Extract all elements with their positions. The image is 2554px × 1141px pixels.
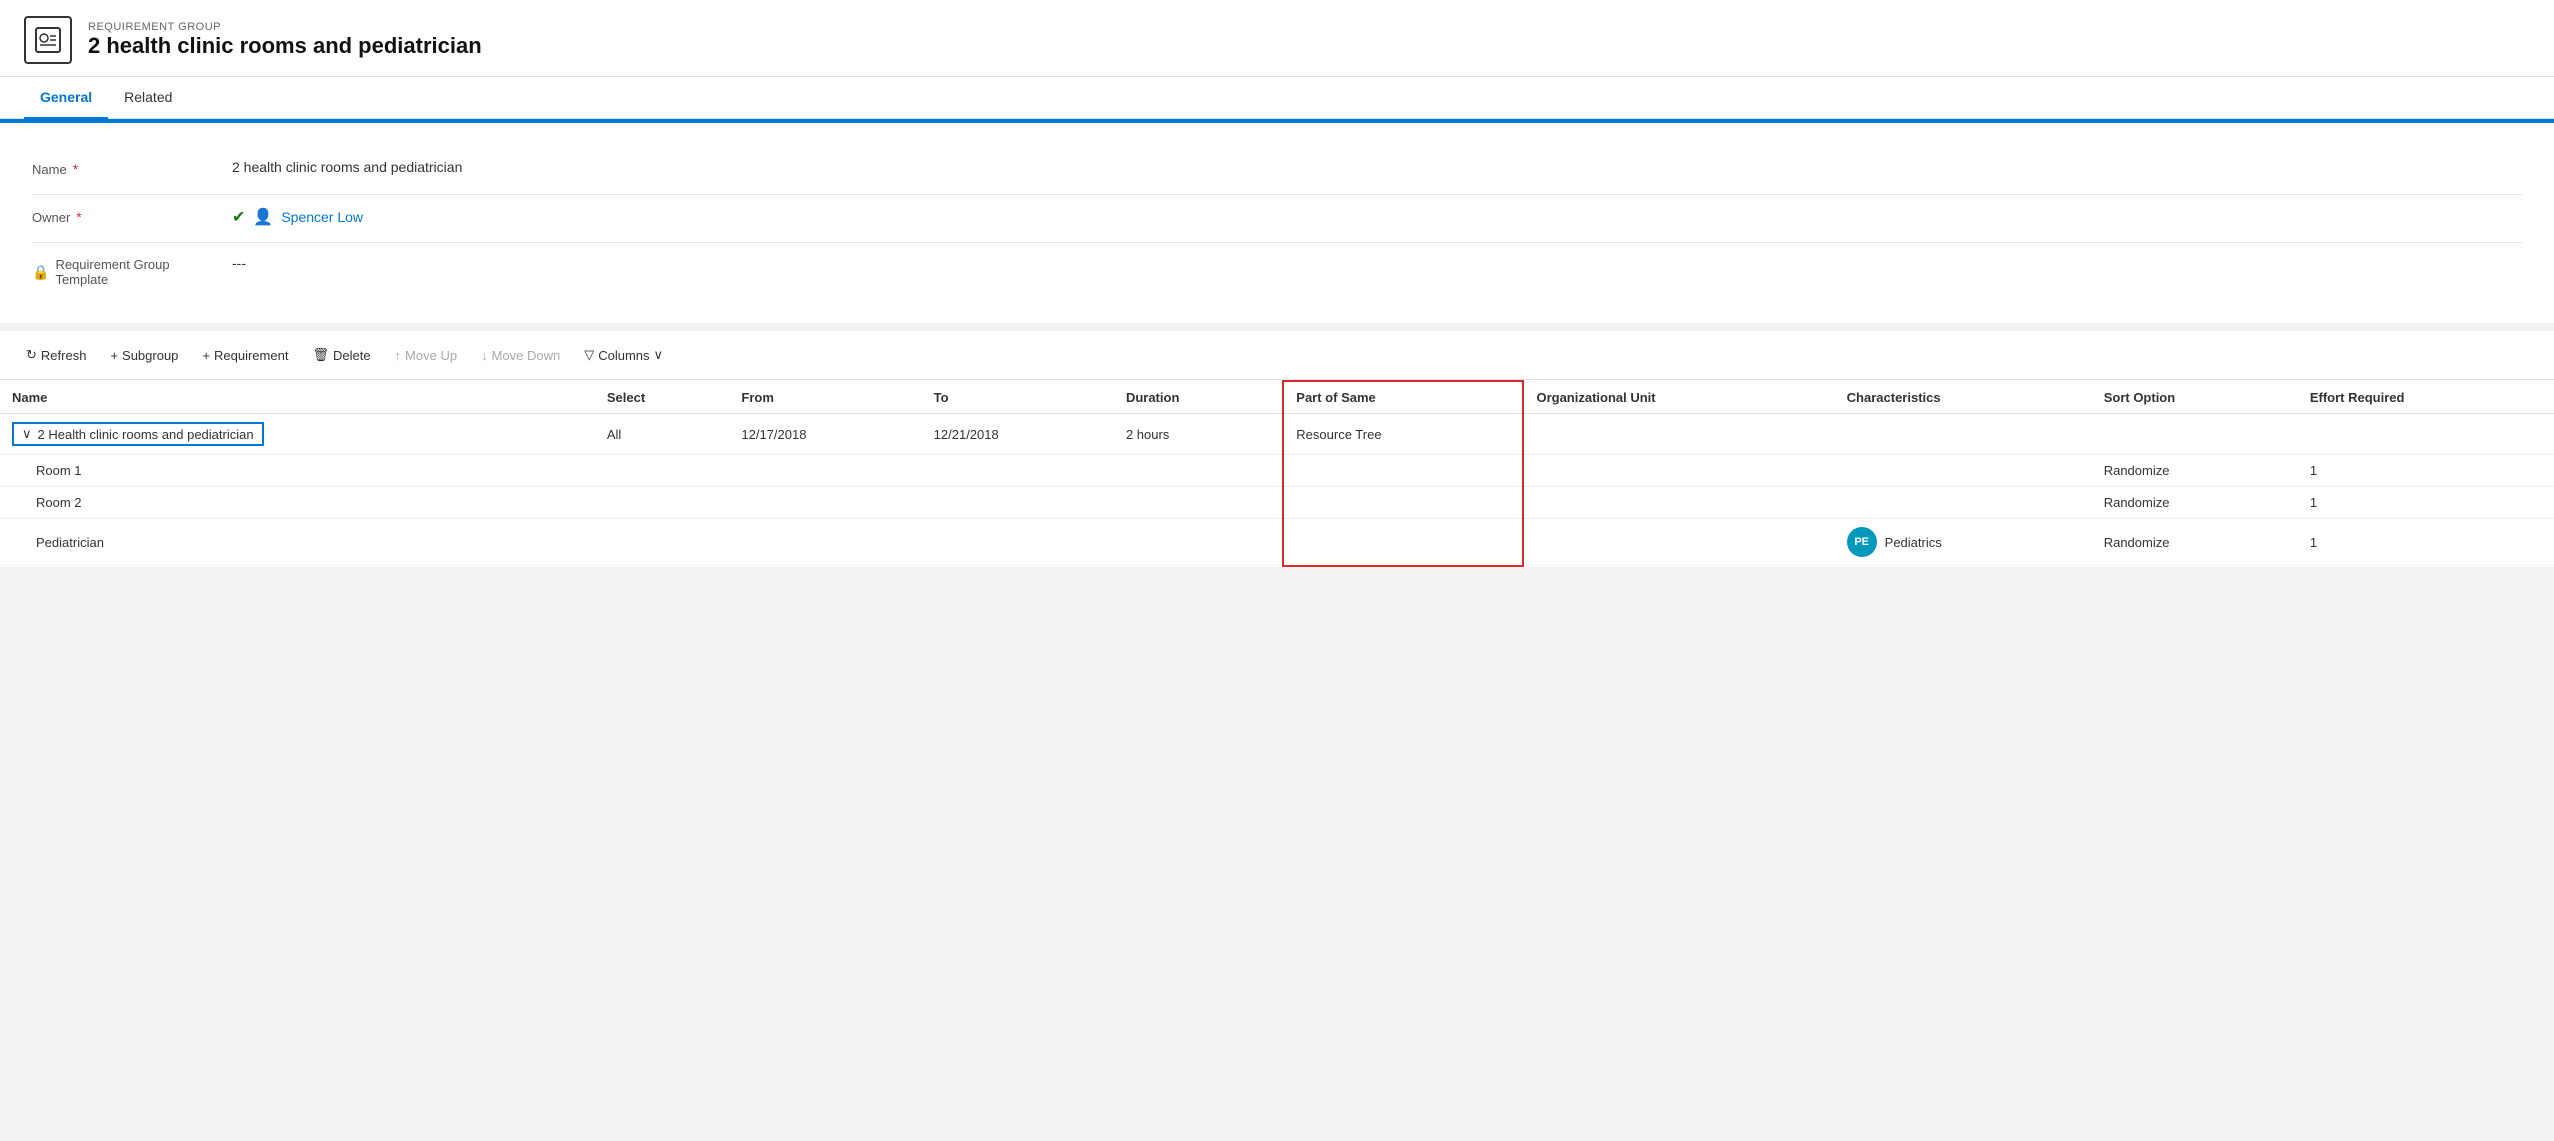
characteristics-text: Pediatrics (1885, 535, 1942, 550)
col-header-from: From (729, 381, 921, 414)
col-header-to: To (922, 381, 1114, 414)
delete-button[interactable]: 🗑 Delete (302, 341, 380, 369)
row-effort-cell: 1 (2298, 455, 2554, 487)
required-indicator-owner: * (76, 209, 81, 225)
template-text: --- (232, 255, 246, 271)
move-up-button[interactable]: ↑ Move Up (385, 342, 468, 369)
row-name-text: Room 1 (12, 463, 82, 478)
required-indicator: * (73, 161, 78, 177)
row-effort-cell (2298, 414, 2554, 455)
tab-general[interactable]: General (24, 77, 108, 119)
add-requirement-icon: + (202, 348, 210, 363)
columns-button[interactable]: ▽ Columns ∨ (574, 341, 673, 369)
row-sort-cell (2092, 414, 2298, 455)
row-characteristics-cell: PE Pediatrics (1835, 519, 2092, 566)
record-icon (24, 16, 72, 64)
row-sort-cell: Randomize (2092, 519, 2298, 566)
grid-toolbar: ↻ Refresh + Subgroup + Requirement 🗑 Del… (0, 331, 2554, 380)
row-name-cell: Room 1 (0, 455, 595, 487)
template-value: --- (232, 255, 2522, 271)
table-row[interactable]: ∨ 2 Health clinic rooms and pediatrician… (0, 414, 2554, 455)
name-value: 2 health clinic rooms and pediatrician (232, 159, 2522, 175)
owner-label: Owner * (32, 207, 232, 225)
row-duration-cell: 2 hours (1114, 414, 1283, 455)
col-header-org-unit: Organizational Unit (1523, 381, 1834, 414)
grid-table: Name Select From To Duration Part of Sam… (0, 380, 2554, 567)
move-down-icon: ↓ (481, 348, 488, 363)
owner-link[interactable]: Spencer Low (281, 209, 363, 225)
row-pos-cell (1283, 455, 1523, 487)
move-down-button[interactable]: ↓ Move Down (471, 342, 570, 369)
col-header-name: Name (0, 381, 595, 414)
page-header: REQUIREMENT GROUP 2 health clinic rooms … (0, 0, 2554, 77)
row-pos-cell (1283, 487, 1523, 519)
refresh-button[interactable]: ↻ Refresh (16, 341, 96, 369)
col-header-effort: Effort Required (2298, 381, 2554, 414)
col-header-sort-option: Sort Option (2092, 381, 2298, 414)
header-text: REQUIREMENT GROUP 2 health clinic rooms … (88, 21, 482, 59)
name-label: Name * (32, 159, 232, 177)
table-header-row: Name Select From To Duration Part of Sam… (0, 381, 2554, 414)
chevron-down-icon: ∨ (654, 347, 664, 363)
form-row-template: 🔒 Requirement GroupTemplate --- (32, 243, 2522, 299)
form-row-owner: Owner * ✔ 👤 Spencer Low (32, 195, 2522, 243)
subgroup-button[interactable]: + Subgroup (100, 342, 188, 369)
tab-related[interactable]: Related (108, 77, 188, 119)
lock-icon: 🔒 (32, 264, 49, 281)
form-section: Name * 2 health clinic rooms and pediatr… (0, 123, 2554, 323)
col-header-characteristics: Characteristics (1835, 381, 2092, 414)
row-org-unit-cell (1523, 414, 1834, 455)
delete-icon: 🗑 (312, 347, 329, 363)
tabs-bar: General Related (0, 77, 2554, 119)
record-type-label: REQUIREMENT GROUP (88, 21, 482, 33)
row-pos-cell (1283, 519, 1523, 566)
move-up-icon: ↑ (395, 348, 402, 363)
owner-check-icon: ✔ (232, 207, 245, 227)
chevron-expand-icon: ∨ (22, 426, 32, 442)
template-label: 🔒 Requirement GroupTemplate (32, 255, 232, 287)
row-sort-cell: Randomize (2092, 487, 2298, 519)
row-from-cell: 12/17/2018 (729, 414, 921, 455)
col-header-duration: Duration (1114, 381, 1283, 414)
row-sort-cell: Randomize (2092, 455, 2298, 487)
row-name-cell: Room 2 (0, 487, 595, 519)
table-row[interactable]: Pediatrician PE Pediatrics Randomize 1 (0, 519, 2554, 566)
table-row[interactable]: Room 1 Randomize 1 (0, 455, 2554, 487)
requirement-button[interactable]: + Requirement (192, 342, 298, 369)
characteristics-badge: PE (1847, 527, 1877, 557)
row-part-of-same-cell: Resource Tree (1283, 414, 1523, 455)
row-name-text: Pediatrician (12, 535, 104, 550)
filter-icon: ▽ (584, 347, 594, 363)
col-header-part-of-same: Part of Same (1283, 381, 1523, 414)
add-subgroup-icon: + (110, 348, 118, 363)
row-effort-cell: 1 (2298, 519, 2554, 566)
selected-row-name: ∨ 2 Health clinic rooms and pediatrician (12, 422, 264, 446)
form-row-name: Name * 2 health clinic rooms and pediatr… (32, 147, 2522, 195)
person-icon: 👤 (253, 207, 273, 227)
row-effort-cell: 1 (2298, 487, 2554, 519)
row-name-cell: ∨ 2 Health clinic rooms and pediatrician (0, 414, 595, 455)
row-to-cell: 12/21/2018 (922, 414, 1114, 455)
row-select-cell: All (595, 414, 730, 455)
owner-value: ✔ 👤 Spencer Low (232, 207, 2522, 227)
row-characteristics-cell (1835, 414, 2092, 455)
table-row[interactable]: Room 2 Randomize 1 (0, 487, 2554, 519)
name-text: 2 health clinic rooms and pediatrician (232, 159, 462, 175)
row-name-text: Room 2 (12, 495, 82, 510)
record-title: 2 health clinic rooms and pediatrician (88, 33, 482, 59)
refresh-icon: ↻ (26, 347, 37, 363)
grid-section: ↻ Refresh + Subgroup + Requirement 🗑 Del… (0, 331, 2554, 567)
row-name-cell: Pediatrician (0, 519, 595, 566)
col-header-select: Select (595, 381, 730, 414)
